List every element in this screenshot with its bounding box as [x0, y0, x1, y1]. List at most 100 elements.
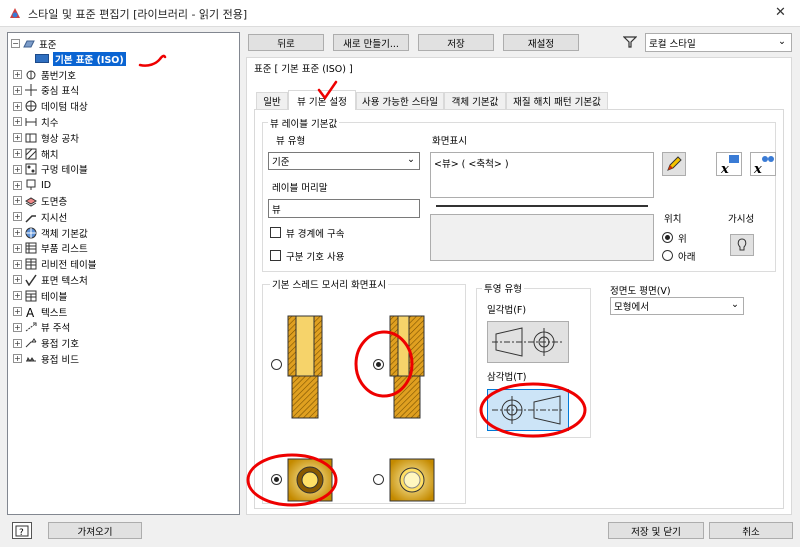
x-button-2[interactable]: x: [750, 152, 776, 176]
tree-item-standard[interactable]: − 표준: [11, 36, 56, 51]
tree-item[interactable]: + 용접 비드: [13, 351, 79, 366]
style-tree[interactable]: − 표준 기본 표준 (ISO) + 품번기호 + 중심 표식 + 데이텀 대상 + 치수 + 형…: [7, 32, 240, 515]
tree-item-selected[interactable]: 기본 표준 (ISO): [35, 51, 126, 66]
tree-item[interactable]: + A 텍스트: [13, 304, 67, 319]
tree-item[interactable]: + 해치: [13, 146, 58, 161]
expand-icon[interactable]: +: [13, 354, 22, 364]
tab-available-styles[interactable]: 사용 가능한 스타일: [356, 92, 444, 109]
front-plane-value: 모형에서: [614, 302, 649, 313]
expand-icon[interactable]: +: [13, 228, 22, 237]
tab-general[interactable]: 일반: [256, 92, 288, 109]
expand-icon[interactable]: +: [13, 243, 22, 253]
new-button[interactable]: 새로 만들기...: [333, 34, 409, 51]
thread-option-1-radio[interactable]: [271, 359, 282, 370]
cancel-button[interactable]: 취소: [709, 522, 793, 539]
tree-item-label: 표면 텍스처: [41, 275, 88, 287]
tree-item[interactable]: + 표면 텍스처: [13, 272, 88, 287]
symbol-checkbox[interactable]: [270, 250, 281, 261]
front-plane-select[interactable]: 모형에서 ⌄: [610, 297, 744, 315]
red-circle-thread: [354, 330, 414, 398]
tree-item[interactable]: + 도면층: [13, 193, 67, 208]
view-label-group-title: 뷰 레이블 기본값: [268, 116, 340, 130]
tree-item[interactable]: + 데이텀 대상: [13, 99, 88, 114]
expand-icon[interactable]: +: [13, 85, 22, 95]
projection-group-title: 투영 유형: [482, 281, 524, 295]
expand-icon[interactable]: +: [13, 133, 22, 143]
tree-item[interactable]: + 구멍 테이블: [13, 162, 88, 177]
close-button[interactable]: ✕: [775, 5, 786, 20]
tree-item[interactable]: + 품번기호: [13, 67, 76, 82]
import-button[interactable]: 가져오기: [48, 522, 142, 539]
front-plane-label: 정면도 평면(V): [610, 286, 671, 297]
tree-item-label: 지시선: [41, 212, 68, 224]
expand-icon[interactable]: +: [13, 291, 22, 301]
save-button[interactable]: 저장: [418, 34, 494, 51]
thread-option-4-radio[interactable]: [373, 474, 384, 485]
expand-icon[interactable]: +: [13, 180, 22, 190]
edit-text-button[interactable]: [662, 152, 686, 176]
pos-above-radio[interactable]: [662, 232, 673, 243]
expand-icon[interactable]: +: [13, 117, 22, 127]
tree-item[interactable]: + ID: [13, 178, 51, 193]
tree-item[interactable]: + 뷰 주석: [13, 320, 70, 335]
tree-selected-label: 기본 표준 (ISO): [53, 51, 126, 66]
expand-icon[interactable]: +: [13, 307, 22, 316]
pos-above-label: 위: [678, 234, 687, 245]
style-filter-select[interactable]: 로컬 스타일 ⌄: [645, 33, 792, 52]
help-icon: ?: [15, 525, 29, 537]
tree-item[interactable]: + 중심 표식: [13, 83, 79, 98]
expand-icon[interactable]: +: [13, 149, 22, 158]
prefix-label: 레이블 머리말: [272, 183, 328, 194]
expand-icon[interactable]: +: [13, 70, 22, 79]
tree-item-icon: [25, 290, 37, 302]
pencil-icon: [667, 156, 682, 171]
threaded-hole-icon: [389, 458, 435, 502]
red-circle-projection: [479, 382, 587, 438]
help-button[interactable]: ?: [12, 522, 32, 539]
first-angle-label: 일각법(F): [487, 305, 527, 316]
tab-material-hatch[interactable]: 재질 해치 패턴 기본값: [506, 92, 608, 109]
tab-object-defaults[interactable]: 객체 기본값: [444, 92, 506, 109]
tree-item-label: ID: [41, 179, 52, 191]
window-title: 스타일 및 표준 편집기 [라이브러리 - 읽기 전용]: [28, 8, 248, 21]
expand-icon[interactable]: +: [13, 212, 22, 222]
display-label: 화면표시: [432, 136, 467, 147]
symbol-label: 구분 기호 사용: [286, 252, 345, 263]
red-check-tab: [317, 80, 338, 101]
reset-button[interactable]: 재설정: [503, 34, 579, 51]
expand-icon[interactable]: +: [13, 164, 22, 174]
collapse-icon[interactable]: −: [11, 39, 20, 48]
tree-item-label: 치수: [41, 117, 59, 129]
expand-icon[interactable]: +: [13, 196, 22, 206]
tree-item-label: 용접 비드: [41, 354, 79, 366]
tree-item[interactable]: + 형상 공차: [13, 130, 79, 145]
expand-icon[interactable]: +: [13, 275, 22, 285]
expand-icon[interactable]: +: [13, 101, 22, 111]
display-textarea[interactable]: <뷰> ( <축척> ): [430, 152, 654, 198]
tree-item[interactable]: + 지시선: [13, 209, 67, 224]
visibility-button[interactable]: [730, 234, 754, 256]
back-button[interactable]: 뒤로: [248, 34, 324, 51]
expand-icon[interactable]: +: [13, 322, 22, 332]
tree-item-icon: [25, 179, 37, 191]
view-type-select[interactable]: 기준 ⌄: [268, 152, 420, 170]
tree-item[interactable]: + 리비전 테이블: [13, 257, 96, 272]
first-angle-button[interactable]: [487, 321, 569, 363]
pos-below-radio[interactable]: [662, 250, 673, 261]
tree-item[interactable]: + 테이블: [13, 288, 67, 303]
x-button-1[interactable]: x: [716, 152, 742, 176]
tree-item-icon: [25, 163, 37, 175]
tree-item-icon: [25, 227, 37, 239]
thread-group-title: 기본 스레드 모서리 화면표시: [270, 277, 388, 291]
tree-item[interactable]: + 용접 기호: [13, 336, 79, 351]
tree-item-label: 텍스트: [41, 307, 68, 319]
tree-item[interactable]: + 부품 리스트: [13, 241, 88, 256]
prefix-input[interactable]: 뷰: [268, 199, 420, 218]
expand-icon[interactable]: +: [13, 338, 22, 348]
tree-item[interactable]: + 치수: [13, 114, 58, 129]
tree-item[interactable]: + 객체 기본값: [13, 225, 88, 240]
constrain-checkbox[interactable]: [270, 227, 281, 238]
expand-icon[interactable]: +: [13, 259, 22, 269]
save-close-button[interactable]: 저장 및 닫기: [608, 522, 704, 539]
binoculars-icon: x: [753, 156, 774, 175]
